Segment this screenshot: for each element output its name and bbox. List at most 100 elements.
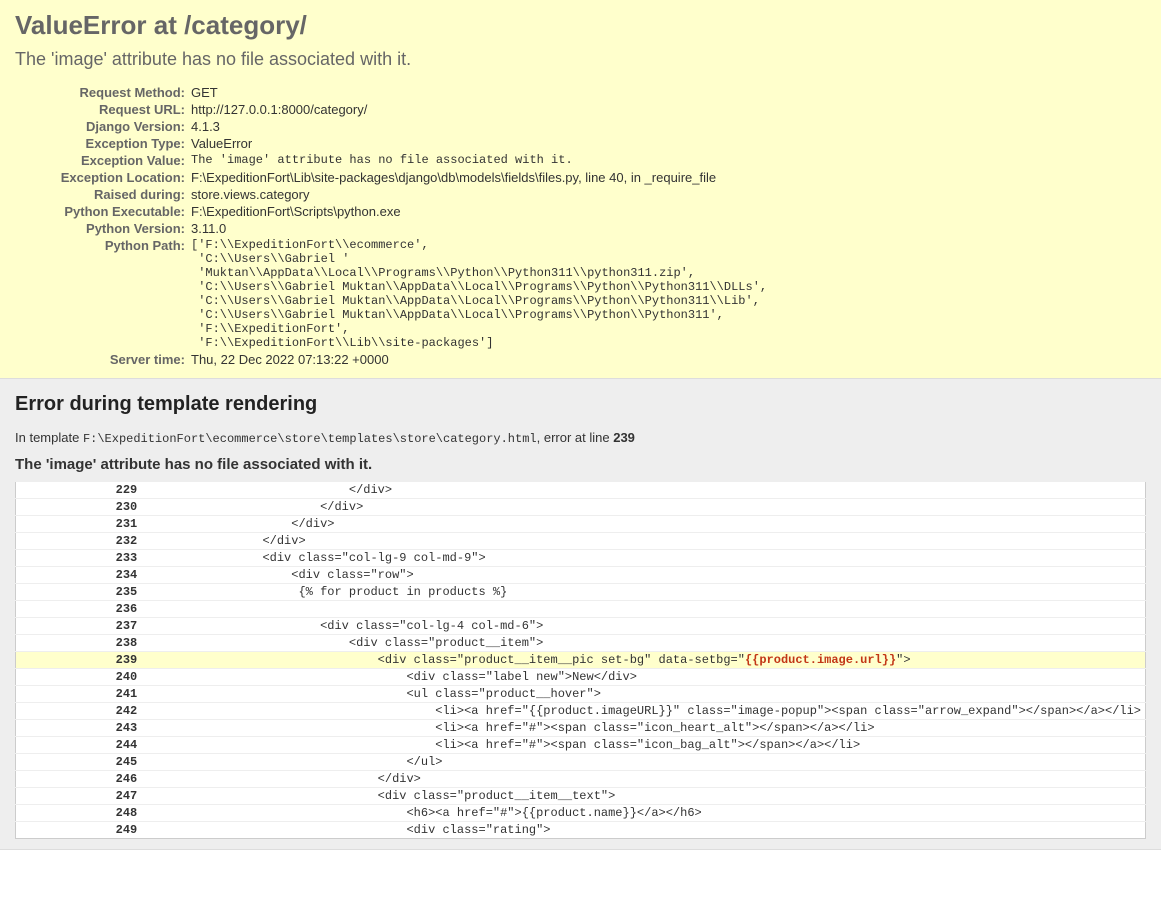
source-line: 232 </div> — [16, 533, 1146, 550]
line-code: <li><a href="#"><span class="icon_heart_… — [143, 720, 1145, 737]
line-code: <li><a href="#"><span class="icon_bag_al… — [143, 737, 1145, 754]
meta-label: Exception Value: — [15, 152, 191, 169]
meta-value: ['F:\\ExpeditionFort\\ecommerce', 'C:\\U… — [191, 237, 767, 351]
line-code: <li><a href="{{product.imageURL}}" class… — [143, 703, 1145, 720]
line-number: 234 — [16, 567, 144, 584]
exception-subtitle: The 'image' attribute has no file associ… — [15, 49, 1146, 70]
meta-row: Exception Type:ValueError — [15, 135, 767, 152]
template-error-section: Error during template rendering In templ… — [0, 379, 1161, 850]
line-number: 236 — [16, 601, 144, 618]
source-line: 236 — [16, 601, 1146, 618]
source-line: 233 <div class="col-lg-9 col-md-9"> — [16, 550, 1146, 567]
line-code: <div class="col-lg-4 col-md-6"> — [143, 618, 1145, 635]
meta-row: Exception Location:F:\ExpeditionFort\Lib… — [15, 169, 767, 186]
line-number: 243 — [16, 720, 144, 737]
meta-label: Request URL: — [15, 101, 191, 118]
line-code: <div class="product__item"> — [143, 635, 1145, 652]
source-line: 229 </div> — [16, 482, 1146, 499]
line-code: <div class="rating"> — [143, 822, 1145, 839]
line-code: </ul> — [143, 754, 1145, 771]
error-line-number: 239 — [613, 430, 635, 445]
request-meta-table: Request Method:GETRequest URL:http://127… — [15, 84, 767, 368]
meta-label: Raised during: — [15, 186, 191, 203]
line-number: 235 — [16, 584, 144, 601]
meta-label: Python Path: — [15, 237, 191, 351]
meta-label: Request Method: — [15, 84, 191, 101]
line-number: 239 — [16, 652, 144, 669]
line-number: 248 — [16, 805, 144, 822]
line-number: 237 — [16, 618, 144, 635]
source-line: 243 <li><a href="#"><span class="icon_he… — [16, 720, 1146, 737]
line-code: </div> — [143, 516, 1145, 533]
source-line: 247 <div class="product__item__text"> — [16, 788, 1146, 805]
line-number: 229 — [16, 482, 144, 499]
source-line: 248 <h6><a href="#">{{product.name}}</a>… — [16, 805, 1146, 822]
meta-label: Server time: — [15, 351, 191, 368]
meta-value: store.views.category — [191, 186, 767, 203]
line-number: 249 — [16, 822, 144, 839]
line-code: <div class="label new">New</div> — [143, 669, 1145, 686]
template-intro: In template F:\ExpeditionFort\ecommerce\… — [15, 430, 1146, 446]
line-number: 244 — [16, 737, 144, 754]
source-line: 245 </ul> — [16, 754, 1146, 771]
meta-row: Python Executable:F:\ExpeditionFort\Scri… — [15, 203, 767, 220]
line-code: </div> — [143, 482, 1145, 499]
highlighted-template-var: {{product.image.url}} — [745, 653, 896, 667]
meta-row: Exception Value:The 'image' attribute ha… — [15, 152, 767, 169]
meta-value: 4.1.3 — [191, 118, 767, 135]
line-code: <div class="row"> — [143, 567, 1145, 584]
source-line: 246 </div> — [16, 771, 1146, 788]
source-line: 237 <div class="col-lg-4 col-md-6"> — [16, 618, 1146, 635]
meta-row: Raised during:store.views.category — [15, 186, 767, 203]
meta-row: Django Version:4.1.3 — [15, 118, 767, 135]
meta-label: Django Version: — [15, 118, 191, 135]
source-line: 231 </div> — [16, 516, 1146, 533]
line-number: 242 — [16, 703, 144, 720]
line-number: 232 — [16, 533, 144, 550]
meta-row: Python Version:3.11.0 — [15, 220, 767, 237]
meta-label: Python Executable: — [15, 203, 191, 220]
line-number: 230 — [16, 499, 144, 516]
line-code — [143, 601, 1145, 618]
meta-row: Server time:Thu, 22 Dec 2022 07:13:22 +0… — [15, 351, 767, 368]
line-code: {% for product in products %} — [143, 584, 1145, 601]
template-subheading: The 'image' attribute has no file associ… — [15, 456, 1146, 473]
line-code: <div class="col-lg-9 col-md-9"> — [143, 550, 1145, 567]
template-source-table: 229 </div>230 </div>231 </div>232 </div>… — [15, 481, 1146, 839]
source-line: 240 <div class="label new">New</div> — [16, 669, 1146, 686]
summary-panel: ValueError at /category/ The 'image' att… — [0, 0, 1161, 379]
meta-value: ValueError — [191, 135, 767, 152]
line-number: 233 — [16, 550, 144, 567]
meta-value: Thu, 22 Dec 2022 07:13:22 +0000 — [191, 351, 767, 368]
source-line: 242 <li><a href="{{product.imageURL}}" c… — [16, 703, 1146, 720]
source-line: 249 <div class="rating"> — [16, 822, 1146, 839]
line-number: 231 — [16, 516, 144, 533]
source-line: 235 {% for product in products %} — [16, 584, 1146, 601]
page-title: ValueError at /category/ — [15, 10, 1146, 41]
line-number: 245 — [16, 754, 144, 771]
line-code: </div> — [143, 499, 1145, 516]
meta-row: Request Method:GET — [15, 84, 767, 101]
source-line: 241 <ul class="product__hover"> — [16, 686, 1146, 703]
line-code: </div> — [143, 771, 1145, 788]
source-line: 244 <li><a href="#"><span class="icon_ba… — [16, 737, 1146, 754]
line-number: 246 — [16, 771, 144, 788]
source-line: 238 <div class="product__item"> — [16, 635, 1146, 652]
template-path: F:\ExpeditionFort\ecommerce\store\templa… — [83, 432, 537, 446]
meta-value: F:\ExpeditionFort\Scripts\python.exe — [191, 203, 767, 220]
line-number: 238 — [16, 635, 144, 652]
template-heading: Error during template rendering — [15, 393, 1146, 416]
source-line: 239 <div class="product__item__pic set-b… — [16, 652, 1146, 669]
line-number: 240 — [16, 669, 144, 686]
line-code: <ul class="product__hover"> — [143, 686, 1145, 703]
meta-value: 3.11.0 — [191, 220, 767, 237]
line-code: <div class="product__item__text"> — [143, 788, 1145, 805]
line-code: </div> — [143, 533, 1145, 550]
meta-label: Exception Location: — [15, 169, 191, 186]
line-number: 247 — [16, 788, 144, 805]
meta-row: Request URL:http://127.0.0.1:8000/catego… — [15, 101, 767, 118]
meta-label: Exception Type: — [15, 135, 191, 152]
meta-value: http://127.0.0.1:8000/category/ — [191, 101, 767, 118]
source-line: 234 <div class="row"> — [16, 567, 1146, 584]
meta-value: The 'image' attribute has no file associ… — [191, 152, 767, 169]
